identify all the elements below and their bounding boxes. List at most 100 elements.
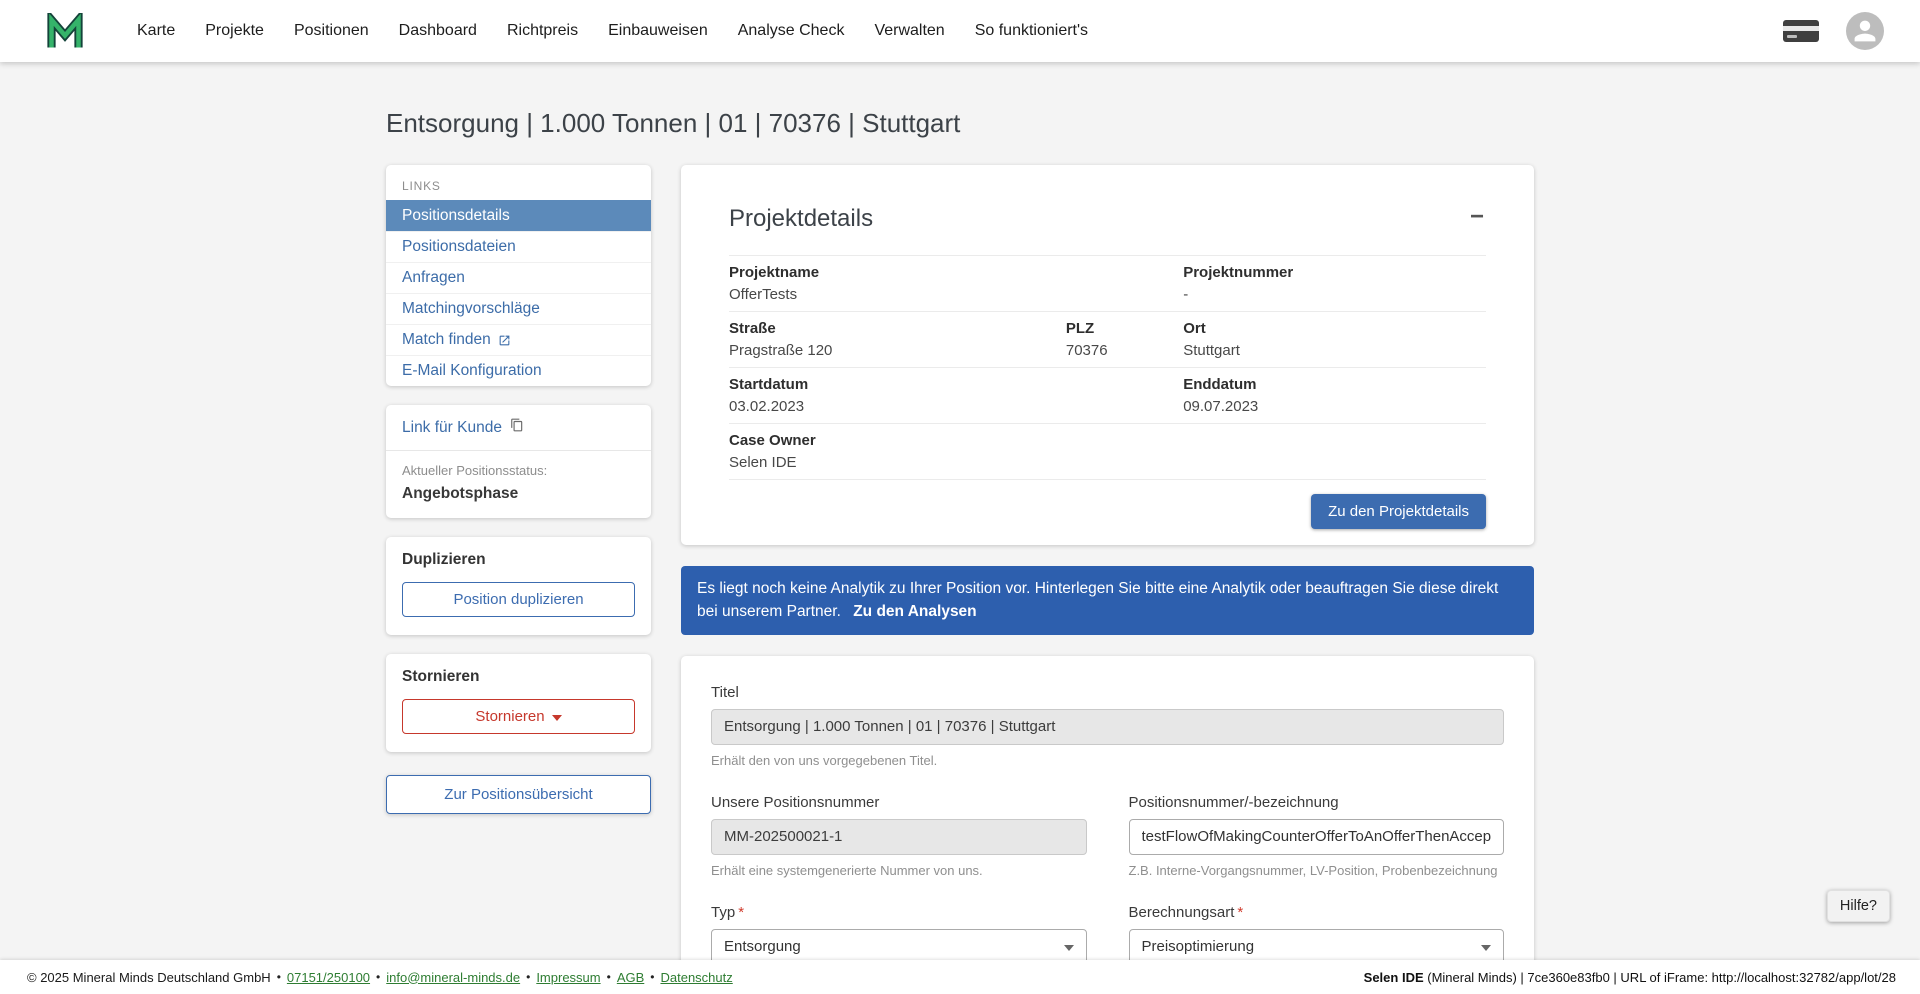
sidebar-item-email-konfiguration[interactable]: E-Mail Konfiguration	[386, 355, 651, 386]
sidebar: LINKS Positionsdetails Positionsdateien …	[386, 165, 651, 814]
links-card: LINKS Positionsdetails Positionsdateien …	[386, 165, 651, 386]
person-icon	[1854, 20, 1876, 42]
sidebar-item-anfragen[interactable]: Anfragen	[386, 262, 651, 293]
stornieren-button[interactable]: Stornieren	[402, 699, 635, 734]
nav-item-verwalten[interactable]: Verwalten	[859, 0, 959, 62]
agb-link[interactable]: AGB	[617, 970, 644, 985]
collapse-button[interactable]: −	[1468, 205, 1486, 229]
customer-link-card: Link für Kunde Aktueller Positionsstatus…	[386, 405, 651, 518]
hilfe-button[interactable]: Hilfe?	[1826, 890, 1890, 922]
projektdetails-title: Projektdetails	[729, 205, 874, 232]
top-navbar: Karte Projekte Positionen Dashboard Rich…	[0, 0, 1920, 62]
nav-item-karte[interactable]: Karte	[122, 0, 190, 62]
dot-separator: •	[376, 970, 381, 984]
navbar-right	[1782, 12, 1884, 50]
sidebar-item-match-finden[interactable]: Match finden	[386, 324, 651, 355]
card-device-icon[interactable]	[1782, 19, 1820, 43]
zu-den-analysen-link[interactable]: Zu den Analysen	[853, 603, 976, 620]
email-link[interactable]: info@mineral-minds.de	[386, 970, 520, 985]
berechnungsart-select-value: Preisoptimierung	[1141, 938, 1255, 955]
titel-field: Titel Erhält den von uns vorgegebenen Ti…	[711, 684, 1504, 768]
content-area: Entsorgung | 1.000 Tonnen | 01 | 70376 |…	[0, 62, 1920, 994]
titel-helper: Erhält den von uns vorgegebenen Titel.	[711, 752, 938, 768]
ort-label: Ort	[1183, 320, 1206, 337]
chevron-down-icon	[1063, 944, 1074, 951]
external-link-icon	[498, 334, 511, 347]
status-label: Aktueller Positionsstatus:	[402, 463, 548, 478]
positionsnummer-label: Unsere Positionsnummer	[711, 793, 880, 811]
nav-item-projekte[interactable]: Projekte	[190, 0, 279, 62]
typ-label: Typ *	[711, 903, 745, 921]
project-detail-table: Projektname OfferTests Projektnummer - S…	[729, 255, 1486, 480]
position-status-block: Aktueller Positionsstatus: Angebotsphase	[386, 451, 651, 518]
datenschutz-link[interactable]: Datenschutz	[660, 970, 732, 985]
dot-separator: •	[606, 970, 611, 984]
nav-item-richtpreis[interactable]: Richtpreis	[492, 0, 593, 62]
case-owner-label: Case Owner	[729, 432, 816, 449]
zu-den-projektdetails-button[interactable]: Zu den Projektdetails	[1311, 494, 1486, 529]
main-column: Projektdetails − Projektname OfferTests …	[681, 165, 1534, 994]
positionsnummer-helper: Erhält eine systemgenerierte Nummer von …	[711, 862, 983, 878]
stornieren-heading: Stornieren	[402, 668, 480, 685]
logo-m-icon	[47, 13, 83, 48]
case-owner-value: Selen IDE	[729, 454, 797, 471]
zur-positionsuebersicht-button[interactable]: Zur Positionsübersicht	[386, 775, 651, 814]
link-fuer-kunde-link[interactable]: Link für Kunde	[386, 405, 651, 450]
page-title: Entsorgung | 1.000 Tonnen | 01 | 70376 |…	[386, 108, 961, 138]
user-avatar[interactable]	[1846, 12, 1884, 50]
nav-item-analyse-check[interactable]: Analyse Check	[723, 0, 860, 62]
analytik-banner: Es liegt noch keine Analytik zu Ihrer Po…	[681, 566, 1534, 635]
chevron-down-icon	[551, 714, 562, 721]
titel-input	[711, 708, 1504, 745]
bezeichnung-field: Positionsnummer/-bezeichnung Z.B. Intern…	[1128, 794, 1504, 878]
impressum-link[interactable]: Impressum	[536, 970, 600, 985]
plz-value: 70376	[1065, 342, 1108, 359]
match-finden-label: Match finden	[402, 331, 491, 348]
projektnummer-value: -	[1183, 286, 1189, 303]
copyright-text: © 2025 Mineral Minds Deutschland GmbH	[27, 969, 271, 985]
table-row: Projektname OfferTests Projektnummer -	[729, 255, 1486, 311]
typ-select-value: Entsorgung	[724, 938, 801, 955]
link-fuer-kunde-label: Link für Kunde	[402, 418, 502, 436]
positionsnummer-field: Unsere Positionsnummer Erhält eine syste…	[711, 794, 1087, 878]
projektnummer-label: Projektnummer	[1183, 264, 1294, 281]
session-info: Selen IDE (Mineral Minds) | 7ce360e83fb0…	[1364, 970, 1896, 985]
enddatum-value: 09.07.2023	[1183, 398, 1259, 415]
strasse-label: Straße	[729, 320, 776, 337]
copy-icon	[510, 418, 524, 437]
berechnungsart-label: Berechnungsart *	[1128, 903, 1244, 921]
nav-item-so-funktionierts[interactable]: So funktioniert's	[960, 0, 1103, 62]
sidebar-item-positionsdateien[interactable]: Positionsdateien	[386, 231, 651, 262]
startdatum-label: Startdatum	[729, 376, 809, 393]
phone-link[interactable]: 07151/250100	[287, 970, 370, 985]
footer-left: © 2025 Mineral Minds Deutschland GmbH • …	[27, 970, 733, 985]
dot-separator: •	[526, 970, 531, 984]
status-value: Angebotsphase	[402, 485, 519, 502]
nav-item-einbauweisen[interactable]: Einbauweisen	[593, 0, 723, 62]
projektname-label: Projektname	[729, 264, 820, 281]
dot-separator: •	[650, 970, 655, 984]
sidebar-item-matchingvorschlaege[interactable]: Matchingvorschläge	[386, 293, 651, 324]
sidebar-item-positionsdetails[interactable]: Positionsdetails	[386, 200, 651, 231]
strasse-value: Pragstraße 120	[729, 342, 833, 359]
enddatum-label: Enddatum	[1183, 376, 1257, 393]
nav-item-dashboard[interactable]: Dashboard	[384, 0, 492, 62]
dot-separator: •	[276, 970, 281, 984]
required-marker: *	[738, 903, 745, 921]
positionsnummer-input	[711, 818, 1087, 855]
bezeichnung-input[interactable]	[1128, 818, 1504, 855]
duplizieren-heading: Duplizieren	[402, 551, 486, 568]
position-duplizieren-button[interactable]: Position duplizieren	[402, 582, 635, 617]
table-row: Startdatum 03.02.2023 Enddatum 09.07.202…	[729, 367, 1486, 423]
nav-item-positionen[interactable]: Positionen	[279, 0, 384, 62]
position-form-card: Titel Erhält den von uns vorgegebenen Ti…	[681, 655, 1534, 994]
main-nav: Karte Projekte Positionen Dashboard Rich…	[122, 0, 1103, 62]
table-row: Case Owner Selen IDE	[729, 423, 1486, 480]
footer: © 2025 Mineral Minds Deutschland GmbH • …	[0, 960, 1920, 994]
ort-value: Stuttgart	[1183, 342, 1240, 359]
mineral-minds-logo[interactable]	[46, 13, 84, 49]
titel-label: Titel	[711, 683, 739, 701]
session-user: Selen IDE	[1363, 969, 1424, 985]
required-marker: *	[1237, 903, 1244, 921]
projektname-value: OfferTests	[729, 286, 798, 303]
